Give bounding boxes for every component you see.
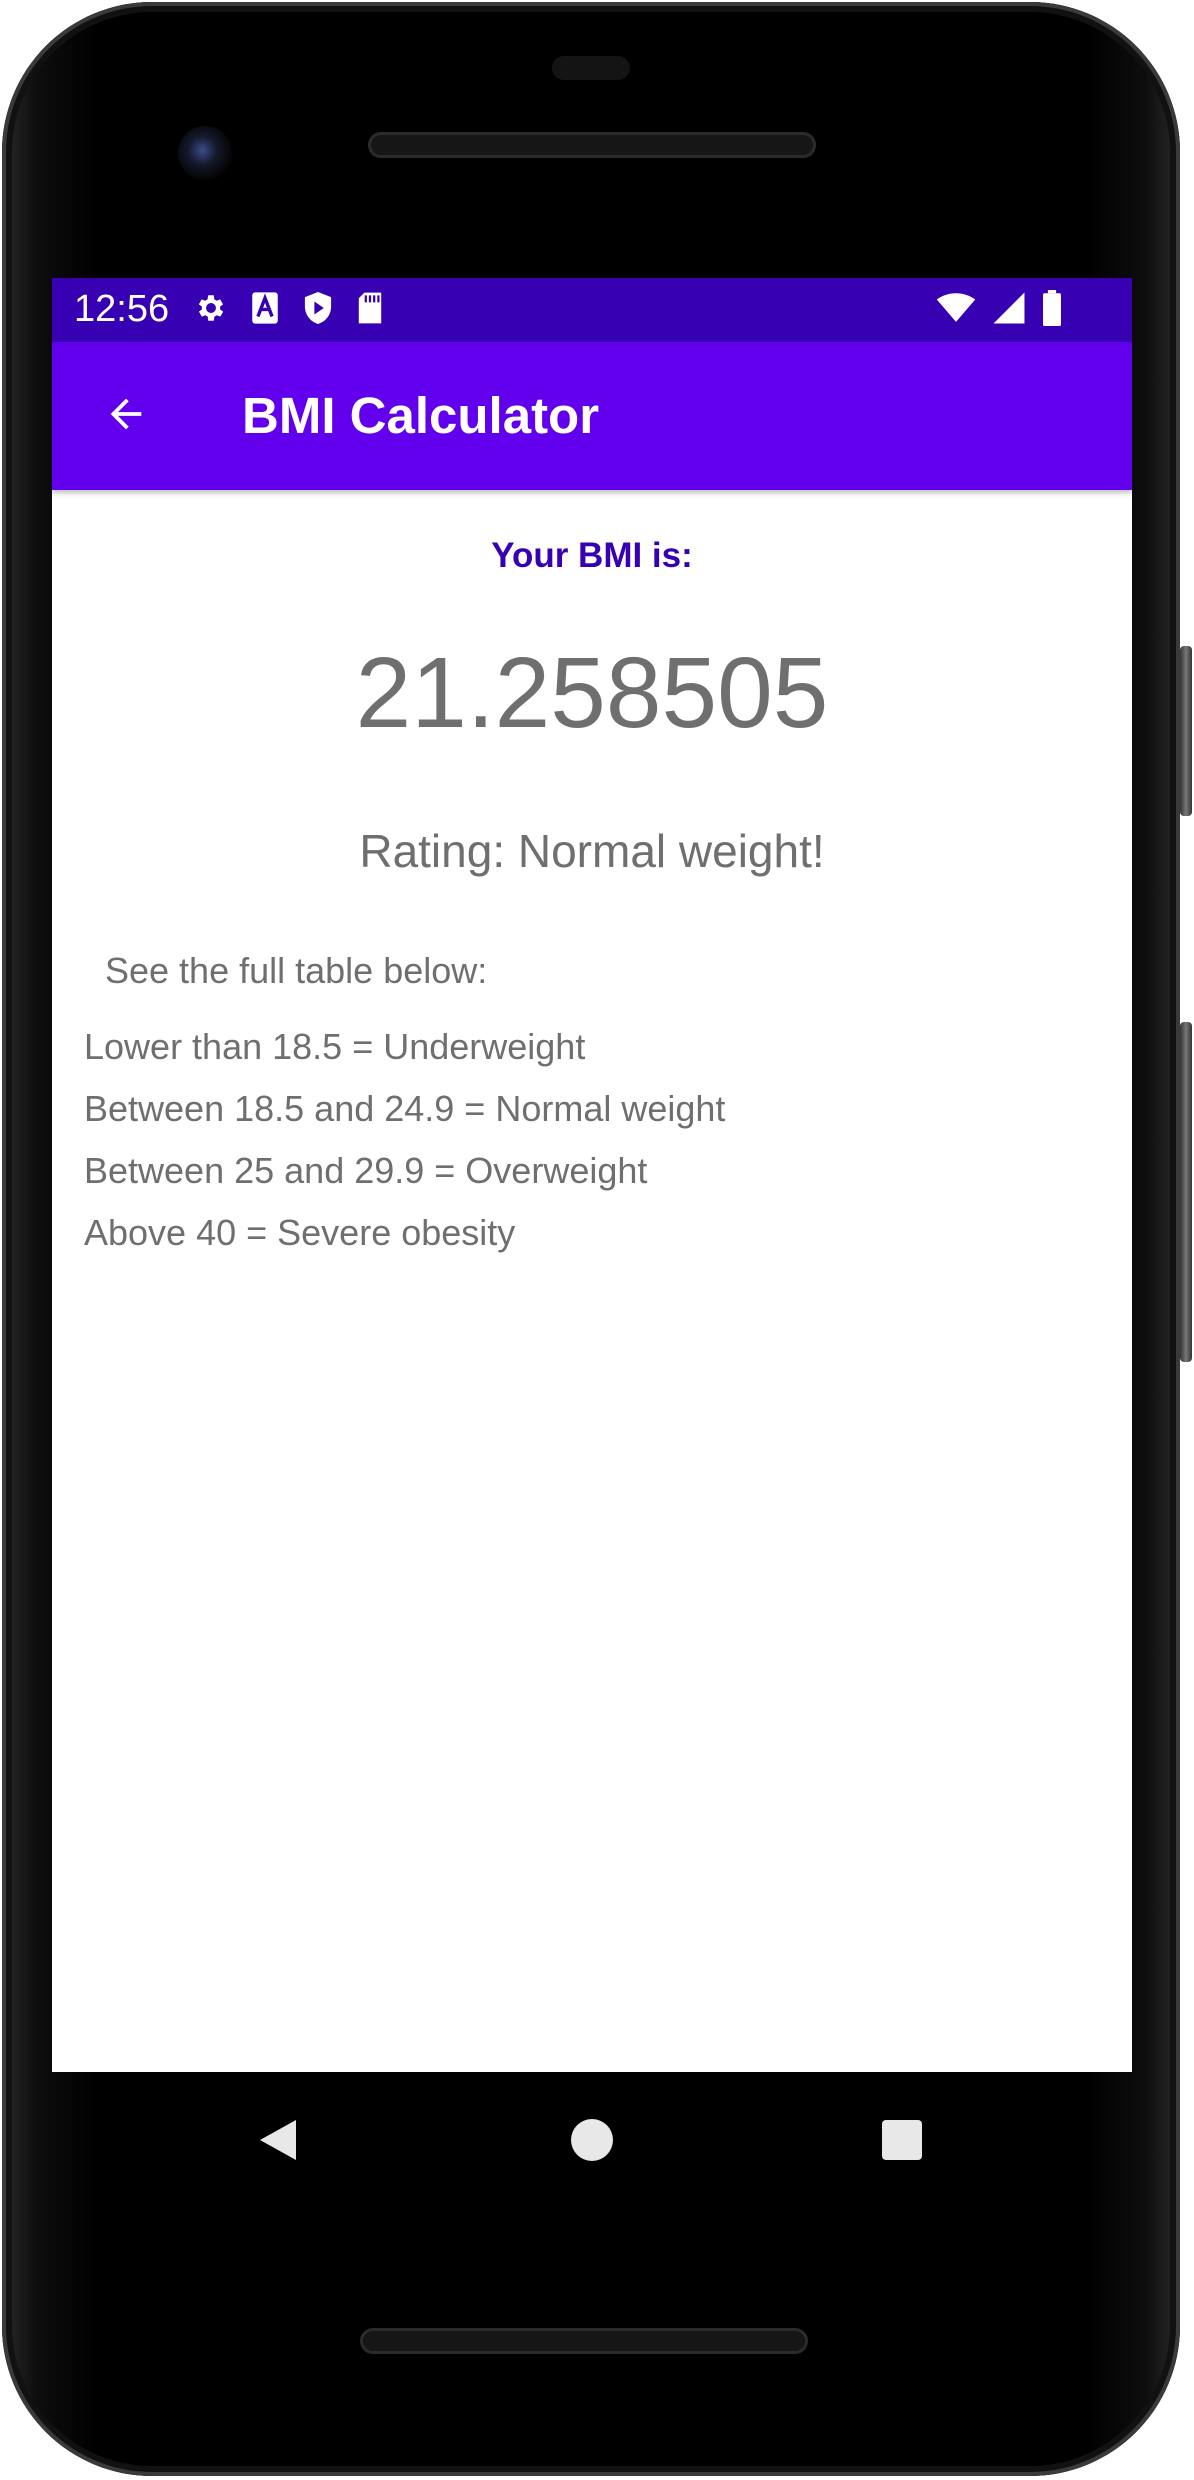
status-icons-left [194, 290, 384, 331]
screen: 12:56 BMI Calculator Your BMI is: 21.258… [52, 278, 1132, 2072]
table-row: Between 25 and 29.9 = Overweight [84, 1150, 648, 1191]
proximity-sensor [552, 56, 630, 80]
bmi-value: 21.258505 [355, 637, 829, 749]
wifi-icon [936, 292, 976, 329]
volume-button [1180, 1022, 1192, 1362]
sd-card-icon [356, 291, 384, 330]
nav-back-icon [256, 2116, 300, 2169]
main-content: Your BMI is: 21.258505 Rating: Normal we… [52, 490, 1132, 2072]
navigation-bar [0, 2072, 1194, 2202]
nav-recents-button[interactable] [872, 2112, 932, 2172]
nav-recents-icon [882, 2119, 922, 2165]
signal-icon [992, 291, 1026, 330]
shield-play-icon [302, 290, 334, 331]
bmi-label: Your BMI is: [491, 536, 693, 575]
table-intro: See the full table below: [105, 950, 488, 991]
font-a-icon [250, 291, 280, 330]
battery-icon [1042, 289, 1062, 331]
table-row: Between 18.5 and 24.9 = Normal weight [84, 1088, 726, 1129]
power-button [1180, 646, 1192, 816]
back-button[interactable] [98, 388, 154, 444]
table-row: Lower than 18.5 = Underweight [84, 1026, 586, 1067]
bmi-rating: Rating: Normal weight! [359, 825, 825, 877]
front-camera [178, 126, 232, 180]
table-row: Above 40 = Severe obesity [84, 1212, 516, 1253]
device-frame: 12:56 BMI Calculator Your BMI is: 21.258… [0, 0, 1194, 2480]
nav-home-button[interactable] [562, 2112, 622, 2172]
status-time: 12:56 [74, 288, 170, 330]
bottom-speaker [360, 2328, 808, 2354]
status-bar: 12:56 [52, 278, 1132, 342]
nav-home-icon [571, 2118, 613, 2166]
page-title: BMI Calculator [242, 387, 600, 444]
status-icons-right [936, 289, 1062, 331]
app-bar: BMI Calculator [52, 342, 1132, 490]
arrow-left-icon [103, 391, 149, 442]
nav-back-button[interactable] [248, 2112, 308, 2172]
earpiece-speaker [368, 132, 816, 158]
gear-icon [194, 291, 228, 330]
